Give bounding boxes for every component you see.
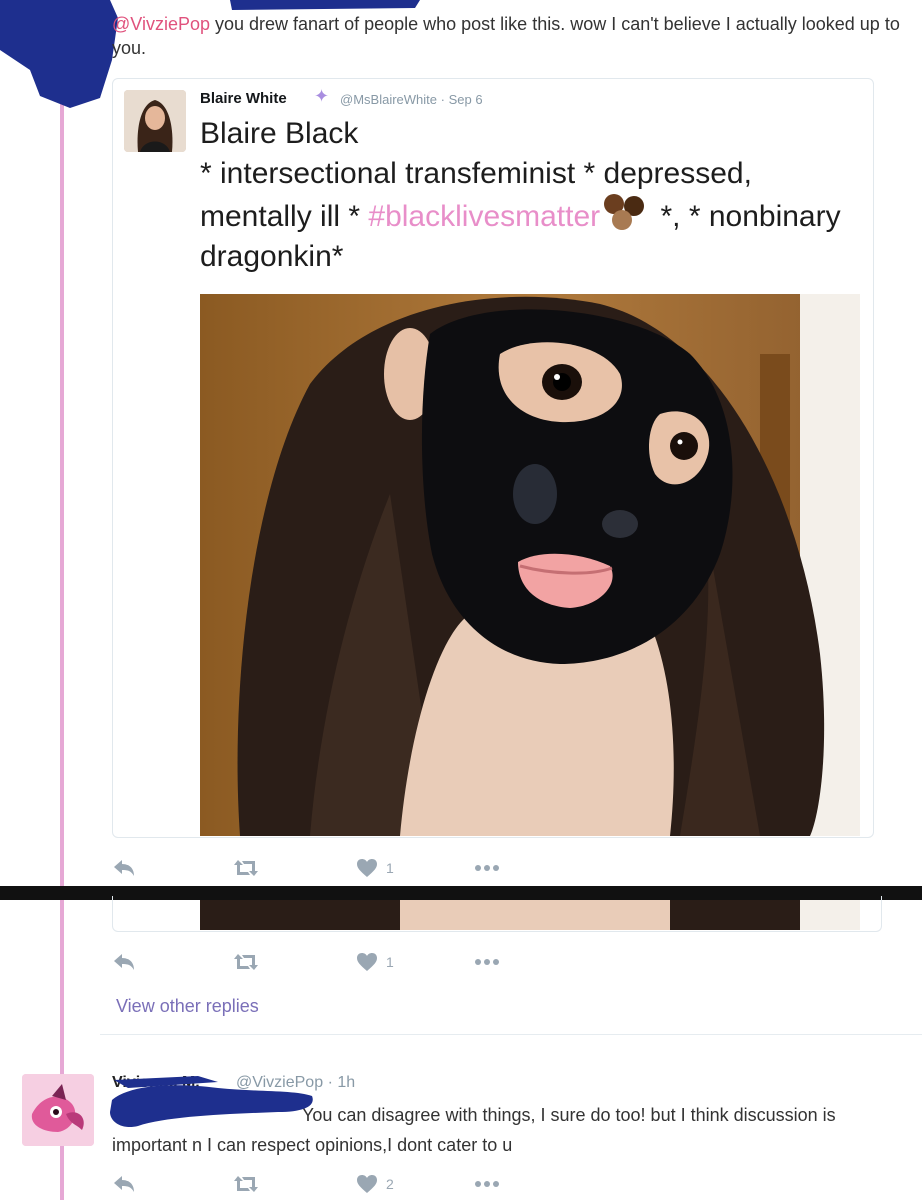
- sparkle-icon: ✦: [314, 86, 330, 106]
- retweet-icon: [234, 1176, 258, 1192]
- heart-icon: [357, 953, 377, 971]
- meta-separator: ·: [440, 92, 445, 107]
- quoted-tweet-date[interactable]: Sep 6: [449, 92, 483, 107]
- redaction-scribble-bottom: [110, 1076, 313, 1128]
- quoted-author-name[interactable]: Blaire White: [200, 90, 287, 107]
- like-count: 1: [386, 860, 394, 876]
- quoted-author-meta: @MsBlaireWhite · Sep 6: [340, 92, 483, 107]
- like-action[interactable]: 1: [356, 858, 394, 878]
- dark-skin-emoji-icon: [600, 194, 652, 230]
- quoted-author-avatar[interactable]: [124, 90, 186, 152]
- more-dots-icon: [475, 1181, 499, 1187]
- reply-action[interactable]: [112, 1174, 136, 1194]
- more-action[interactable]: [474, 1180, 500, 1188]
- quoted-tweet-photo[interactable]: [200, 294, 860, 836]
- heart-icon: [357, 1175, 377, 1193]
- more-action[interactable]: [474, 864, 500, 872]
- like-count: 2: [386, 1176, 394, 1192]
- quoted-tweet-photo-continued[interactable]: [200, 900, 860, 930]
- reply-mention-link[interactable]: @VivziePop: [112, 14, 210, 34]
- like-action[interactable]: 1: [356, 952, 394, 972]
- reply-action[interactable]: [112, 858, 136, 878]
- reply-time[interactable]: 1h: [337, 1074, 355, 1091]
- reply-arrow-icon: [114, 954, 134, 970]
- thread-line: [60, 60, 64, 1200]
- more-dots-icon: [475, 959, 499, 965]
- more-action[interactable]: [474, 958, 500, 966]
- quoted-tweet-text: Blaire Black * intersectional transfemin…: [200, 114, 850, 277]
- more-dots-icon: [475, 865, 499, 871]
- quoted-tweet-line1: Blaire Black: [200, 117, 359, 150]
- retweet-icon: [234, 954, 258, 970]
- quoted-author-handle[interactable]: @MsBlaireWhite: [340, 92, 437, 107]
- retweet-icon: [234, 860, 258, 876]
- like-action[interactable]: 2: [356, 1174, 394, 1194]
- hashtag-link[interactable]: #blacklivesmatter: [368, 200, 600, 233]
- reply-arrow-icon: [114, 1176, 134, 1192]
- divider: [100, 1034, 922, 1035]
- reply-author-avatar[interactable]: [22, 1074, 94, 1146]
- reply-action[interactable]: [112, 952, 136, 972]
- retweet-action[interactable]: [232, 1174, 260, 1194]
- reply-text: @VivziePop you drew fanart of people who…: [112, 12, 902, 60]
- retweet-action[interactable]: [232, 858, 260, 878]
- meta-separator: ·: [327, 1074, 333, 1091]
- heart-icon: [357, 859, 377, 877]
- reply-body: you drew fanart of people who post like …: [112, 14, 900, 58]
- retweet-action[interactable]: [232, 952, 260, 972]
- reply-arrow-icon: [114, 860, 134, 876]
- like-count: 1: [386, 954, 394, 970]
- view-other-replies-link[interactable]: View other replies: [116, 996, 259, 1017]
